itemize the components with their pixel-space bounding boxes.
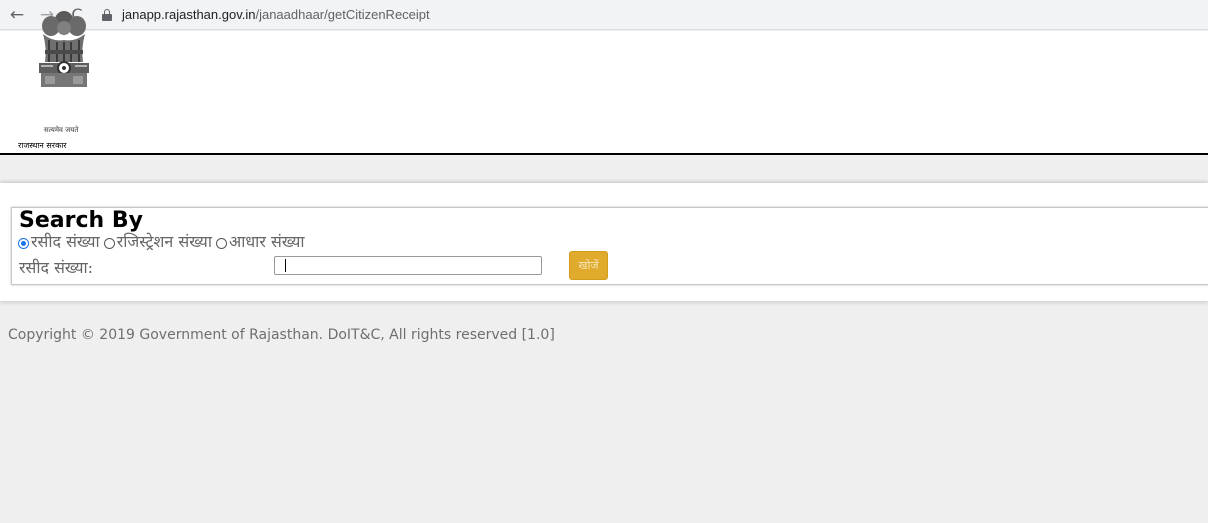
back-arrow-icon[interactable]: ← xyxy=(6,4,28,26)
government-name: राजस्थान सरकार xyxy=(18,141,67,150)
receipt-number-label: रसीद संख्या: xyxy=(19,258,94,277)
radio-registration-number[interactable] xyxy=(103,238,115,249)
radio-receipt-number[interactable] xyxy=(18,238,29,249)
site-header xyxy=(0,31,1208,155)
radio-aadhaar-number-label[interactable]: आधार संख्या xyxy=(229,230,305,252)
copyright-text: Copyright © 2019 Government of Rajasthan… xyxy=(8,327,555,343)
text-caret xyxy=(285,259,286,272)
lock-icon[interactable] xyxy=(102,8,112,21)
search-panel: Search By रसीद संख्या रजिस्ट्रेशन संख्या… xyxy=(11,207,1208,285)
radio-registration-number-label[interactable]: रजिस्ट्रेशन संख्या xyxy=(117,230,212,252)
address-bar[interactable]: janapp.rajasthan.gov.in/janaadhaar/getCi… xyxy=(102,3,430,27)
url-domain: janapp.rajasthan.gov.in xyxy=(122,7,256,22)
url-text[interactable]: janapp.rajasthan.gov.in/janaadhaar/getCi… xyxy=(122,7,430,22)
radio-aadhaar-number[interactable] xyxy=(215,238,227,249)
state-emblem-icon xyxy=(27,6,102,116)
search-type-options: रसीद संख्या रजिस्ट्रेशन संख्या आधार संख्… xyxy=(18,230,309,252)
receipt-number-input[interactable] xyxy=(274,256,542,275)
browser-toolbar: ← → C janapp.rajasthan.gov.in/janaadhaar… xyxy=(0,0,1208,30)
radio-receipt-number-label[interactable]: रसीद संख्या xyxy=(31,230,100,252)
url-path: /janaadhaar/getCitizenReceipt xyxy=(255,7,430,22)
search-button[interactable]: खोजें xyxy=(569,251,608,280)
content-band: Search By रसीद संख्या रजिस्ट्रेशन संख्या… xyxy=(0,183,1208,301)
emblem-motto: सत्यमेव जयते xyxy=(44,126,79,134)
